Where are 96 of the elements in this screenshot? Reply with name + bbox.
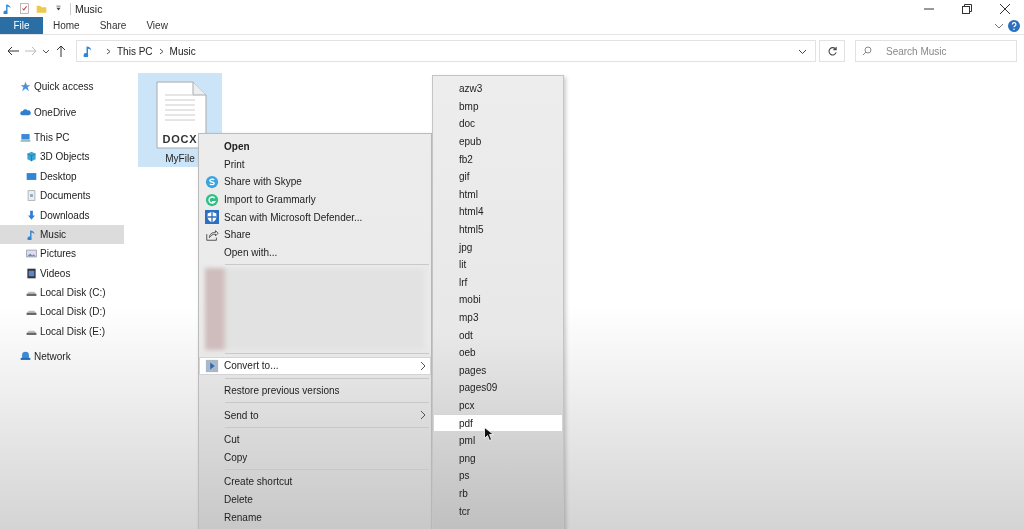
grammarly-g-icon — [205, 192, 219, 207]
sidebar-item[interactable]: This PC — [0, 127, 124, 148]
ribbon-tab[interactable]: Share — [89, 17, 137, 34]
menu-item[interactable]: lit — [433, 255, 563, 274]
ribbon-tab[interactable]: Home — [43, 17, 90, 34]
back-arrow-icon[interactable] — [6, 44, 20, 58]
music-note-icon — [26, 228, 37, 240]
sidebar-item[interactable]: 3D Objects — [0, 147, 124, 167]
menu-item[interactable]: Create shortcut — [199, 473, 431, 491]
ribbon-tab[interactable]: File — [0, 17, 43, 34]
chevron-right-icon — [157, 47, 165, 55]
close-icon[interactable] — [1000, 3, 1010, 14]
cube-icon — [26, 151, 37, 163]
menu-item[interactable]: pages09 — [433, 379, 563, 397]
file-item[interactable]: DOCX MyFile — [138, 73, 222, 167]
menu-item[interactable]: Share — [199, 225, 431, 244]
up-arrow-icon[interactable] — [54, 44, 68, 58]
chevron-right-icon — [419, 410, 427, 421]
skype-s-icon — [205, 175, 219, 189]
sidebar-item[interactable]: OneDrive — [0, 102, 124, 122]
chevron-right-icon — [105, 47, 112, 55]
menu-item[interactable]: Scan with Microsoft Defender... — [199, 208, 431, 226]
desktop-icon — [26, 170, 37, 182]
star-icon — [20, 81, 31, 93]
picture-icon — [26, 248, 37, 260]
menu-item[interactable]: Rename — [199, 508, 431, 526]
menu-item[interactable]: ps — [433, 467, 563, 485]
menu-item[interactable]: png — [433, 449, 563, 468]
file-name: MyFile — [165, 153, 195, 164]
menu-item[interactable]: tcr — [433, 502, 563, 520]
address-bar[interactable]: This PC Music — [76, 40, 816, 62]
menu-item[interactable]: bmp — [433, 97, 563, 116]
menu-item[interactable]: html5 — [433, 220, 563, 239]
menu-item[interactable]: html4 — [433, 203, 563, 221]
menu-item[interactable]: mp3 — [433, 308, 563, 327]
menu-item[interactable]: Delete — [199, 490, 431, 509]
computer-icon — [20, 131, 31, 143]
menu-item[interactable]: fb2 — [433, 150, 563, 168]
menu-item[interactable]: html — [433, 185, 563, 204]
mouse-pointer-icon — [484, 427, 494, 441]
menu-item[interactable]: mobi — [433, 291, 563, 309]
sidebar-item[interactable]: Local Disk (D:) — [0, 302, 124, 322]
search-icon — [862, 46, 872, 56]
sidebar-item[interactable]: Music — [0, 224, 124, 245]
download-arrow-icon — [26, 209, 37, 221]
menu-item[interactable]: Send to — [199, 406, 431, 424]
share-icon — [205, 227, 219, 242]
shield-icon — [205, 210, 219, 225]
sidebar-item[interactable]: Local Disk (E:) — [0, 321, 124, 342]
chevron-right-icon — [419, 360, 427, 371]
music-note-icon[interactable] — [2, 3, 13, 14]
cloud-icon — [20, 106, 31, 118]
menu-item[interactable]: Open with... — [199, 243, 431, 262]
menu-item[interactable]: lrf — [433, 273, 563, 292]
sidebar-item[interactable]: Local Disk (C:) — [0, 282, 124, 303]
sidebar-item[interactable]: Downloads — [0, 205, 124, 225]
menu-item[interactable]: azw3 — [433, 80, 563, 98]
help-icon[interactable] — [1008, 19, 1020, 32]
sidebar-item[interactable]: Network — [0, 347, 124, 367]
sidebar-item[interactable]: Desktop — [0, 166, 124, 186]
sidebar-item[interactable]: Videos — [0, 263, 124, 283]
document-icon — [26, 190, 37, 202]
refresh-icon — [826, 45, 838, 57]
breadcrumb[interactable]: This PC — [117, 45, 153, 57]
menu-item[interactable]: pages — [433, 361, 563, 380]
restore-icon[interactable] — [962, 3, 972, 14]
network-icon — [20, 351, 31, 363]
menu-item[interactable]: Import to Grammarly — [199, 190, 431, 209]
search-field[interactable]: Search Music — [855, 40, 1017, 62]
sidebar-item[interactable]: Quick access — [0, 77, 124, 97]
menu-item[interactable]: jpg — [433, 238, 563, 256]
sidebar-item[interactable]: Documents — [0, 185, 124, 206]
checklist-icon[interactable] — [19, 3, 30, 14]
menu-item[interactable]: Share with Skype — [199, 173, 431, 191]
menu-item[interactable]: pcx — [433, 396, 563, 415]
breadcrumb[interactable]: Music — [169, 45, 196, 57]
menu-item[interactable]: doc — [433, 115, 563, 133]
music-note-icon — [82, 45, 94, 57]
menu-item[interactable]: Copy — [199, 448, 431, 467]
refresh-button[interactable] — [819, 40, 845, 62]
menu-item[interactable]: pdf — [433, 414, 563, 432]
ribbon-tab[interactable]: View — [136, 17, 178, 34]
menu-item[interactable]: Cut — [199, 430, 431, 449]
sidebar-item[interactable]: Pictures — [0, 244, 124, 264]
convert-icon — [205, 358, 219, 373]
menu-item[interactable]: Restore previous versions — [199, 381, 431, 400]
menu-item[interactable]: Convert to... — [199, 357, 431, 375]
menu-item[interactable]: odt — [433, 326, 563, 344]
document-file-icon: DOCX — [153, 81, 207, 149]
menu-item[interactable]: pml — [433, 431, 563, 450]
menu-item[interactable]: epub — [433, 132, 563, 151]
menu-item[interactable]: rb — [433, 484, 563, 503]
window-title: Music — [70, 2, 103, 15]
film-icon — [26, 267, 37, 279]
menu-item[interactable]: oeb — [433, 343, 563, 362]
menu-item[interactable]: gif — [433, 167, 563, 186]
